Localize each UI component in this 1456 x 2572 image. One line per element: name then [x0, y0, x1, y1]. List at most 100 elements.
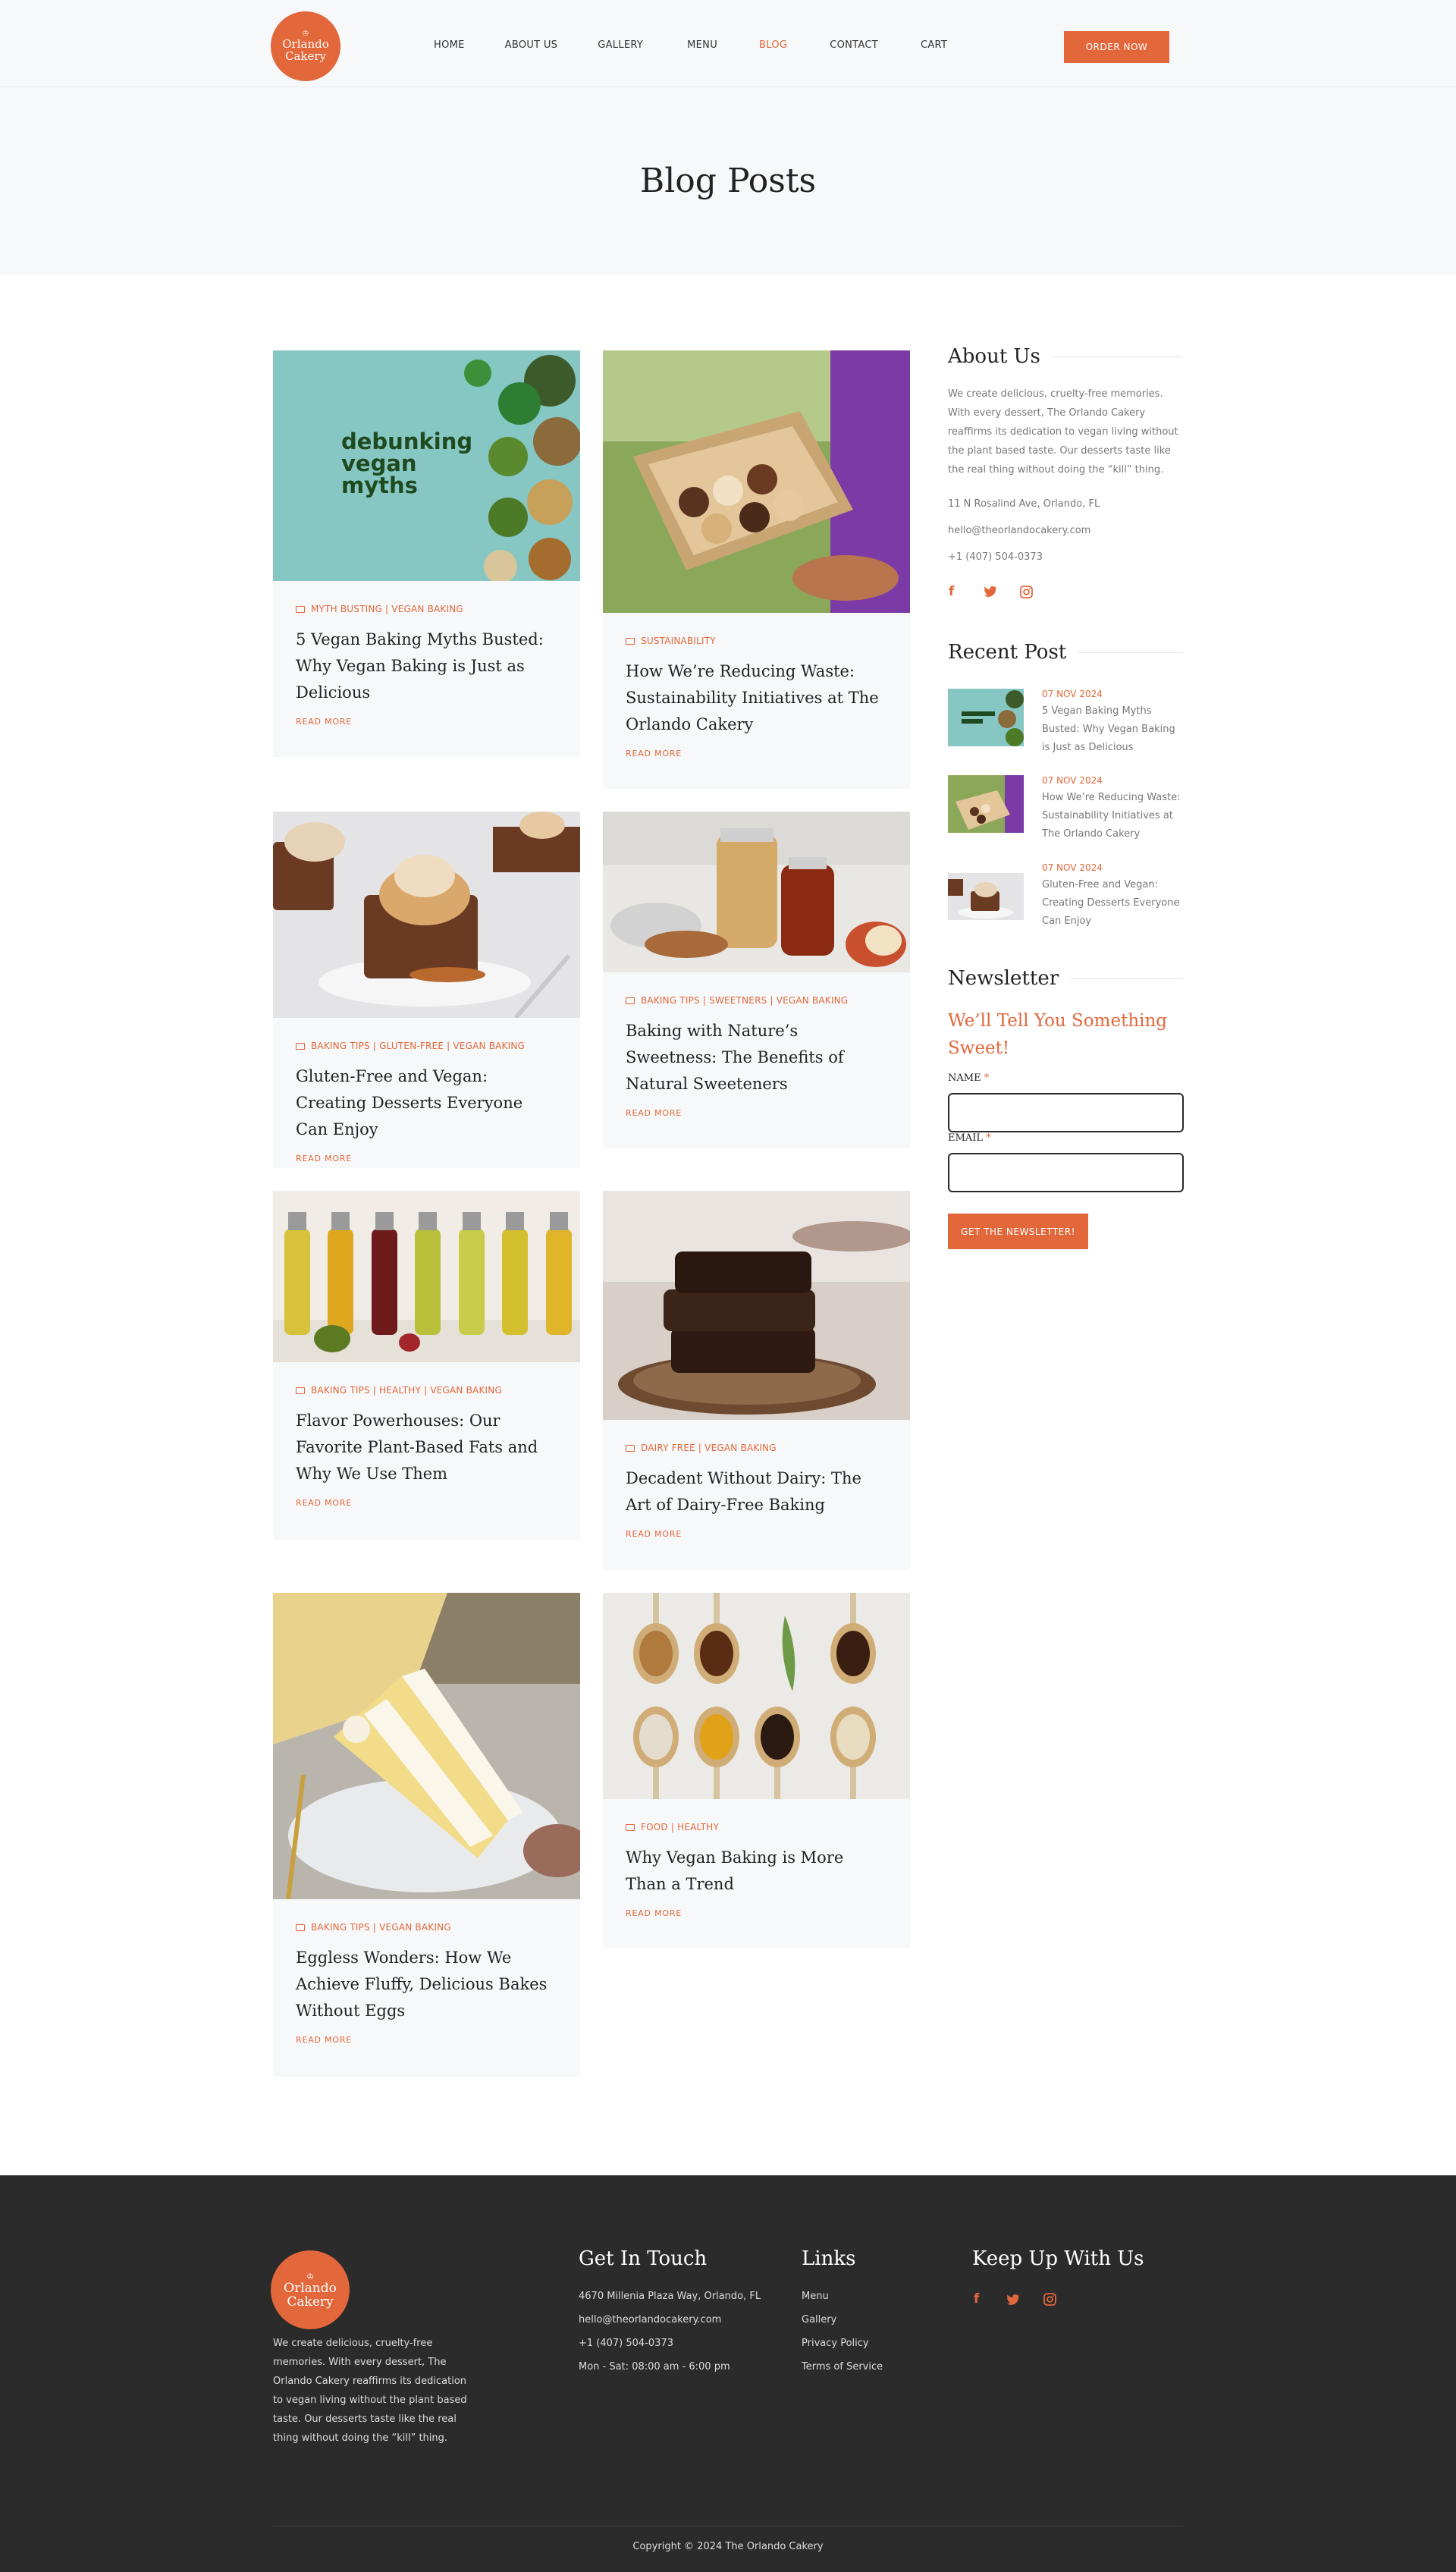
heading-divider [1052, 356, 1183, 357]
recent-post-item[interactable]: 07 NOV 2024 Gluten-Free and Vegan: Creat… [948, 862, 1183, 927]
recent-post-title[interactable]: How We’re Reducing Waste: Sustainability… [1042, 789, 1183, 843]
footer-link-terms-of-service[interactable]: Terms of Service [802, 2361, 883, 2373]
nav-blog[interactable]: BLOG [759, 39, 787, 51]
post-image[interactable] [603, 1191, 910, 1420]
read-more-link[interactable]: READ MORE [296, 717, 557, 727]
post-category[interactable]: BAKING TIPS | SWEETNERS | VEGAN BAKING [626, 995, 887, 1006]
post-image[interactable] [603, 1593, 910, 1799]
nav-contact[interactable]: CONTACT [830, 39, 878, 51]
twitter-icon[interactable] [984, 586, 997, 598]
read-more-link[interactable]: READ MORE [626, 1529, 887, 1539]
footer-link-privacy-policy[interactable]: Privacy Policy [802, 2338, 869, 2349]
post-image[interactable] [273, 1593, 580, 1899]
footer-email[interactable]: hello@theorlandocakery.com [579, 2314, 721, 2325]
about-heading: About Us [948, 345, 1183, 368]
post-category[interactable]: BAKING TIPS | HEALTHY | VEGAN BAKING [296, 1385, 557, 1396]
folder-icon [626, 637, 635, 645]
post-title[interactable]: Baking with Nature’s Sweetness: The Bene… [626, 1018, 887, 1098]
post-title[interactable]: Eggless Wonders: How We Achieve Fluffy, … [296, 1945, 557, 2024]
recent-post-title[interactable]: Gluten-Free and Vegan: Creating Desserts… [1042, 876, 1183, 931]
footer-logo[interactable]: ♔ Orlando Cakery [273, 2253, 347, 2327]
post-card[interactable]: debunking vegan myths MYTH BUSTING | VEG… [273, 350, 580, 757]
nav-menu[interactable]: MENU [687, 39, 717, 51]
logo-text-line2: Cakery [287, 2294, 334, 2310]
post-title[interactable]: Decadent Without Dairy: The Art of Dairy… [626, 1465, 887, 1518]
instagram-icon[interactable] [1043, 2293, 1056, 2306]
post-image[interactable] [273, 1191, 580, 1362]
twitter-icon[interactable] [1006, 2294, 1020, 2306]
nav-gallery[interactable]: GALLERY [598, 39, 643, 51]
email-field[interactable] [948, 1153, 1184, 1192]
post-category[interactable]: FOOD | HEALTHY [626, 1822, 887, 1832]
recent-post-thumbnail[interactable] [948, 689, 1024, 746]
post-category-text: SUSTAINABILITY [641, 636, 716, 646]
newsletter-submit-button[interactable]: GET THE NEWSLETTER! [948, 1214, 1088, 1249]
post-image[interactable]: debunking vegan myths [273, 350, 580, 581]
facebook-icon[interactable]: f [949, 584, 954, 599]
post-category[interactable]: SUSTAINABILITY [626, 636, 887, 646]
read-more-link[interactable]: READ MORE [296, 1154, 557, 1164]
read-more-link[interactable]: READ MORE [626, 1108, 887, 1118]
folder-icon [626, 997, 635, 1004]
nav-about-us[interactable]: ABOUT US [505, 39, 558, 51]
post-title[interactable]: Why Vegan Baking is More Than a Trend [626, 1845, 887, 1898]
site-footer: ♔ Orlando Cakery We create delicious, cr… [0, 2175, 1456, 2572]
post-category[interactable]: MYTH BUSTING | VEGAN BAKING [296, 604, 557, 614]
folder-icon [296, 1924, 305, 1931]
folder-icon [626, 1823, 635, 1831]
newsletter-heading: Newsletter [948, 967, 1183, 990]
required-mark: * [986, 1132, 991, 1144]
recent-post-date: 07 NOV 2024 [1042, 689, 1103, 699]
post-card[interactable]: BAKING TIPS | VEGAN BAKING Eggless Wonde… [273, 1593, 580, 2077]
footer-contact-heading: Get In Touch [579, 2247, 708, 2270]
page-hero: Blog Posts [0, 87, 1456, 275]
email-field-label: EMAIL * [948, 1132, 991, 1144]
post-category[interactable]: BAKING TIPS | GLUTEN-FREE | VEGAN BAKING [296, 1041, 557, 1051]
post-image[interactable] [603, 350, 910, 613]
folder-icon [296, 1042, 305, 1050]
nav-cart[interactable]: CART [921, 39, 947, 51]
footer-link-gallery[interactable]: Gallery [802, 2314, 836, 2325]
required-mark: * [984, 1072, 990, 1084]
footer-phone[interactable]: +1 (407) 504-0373 [579, 2338, 673, 2349]
recent-post-item[interactable]: 07 NOV 2024 5 Vegan Baking Myths Busted:… [948, 689, 1183, 753]
post-card[interactable]: BAKING TIPS | HEALTHY | VEGAN BAKING Fla… [273, 1191, 580, 1540]
post-card[interactable]: SUSTAINABILITY How We’re Reducing Waste:… [603, 350, 910, 789]
facebook-icon[interactable]: f [974, 2291, 979, 2307]
recent-post-item[interactable]: 07 NOV 2024 How We’re Reducing Waste: Su… [948, 775, 1183, 840]
nav-home[interactable]: HOME [434, 39, 465, 51]
footer-link-menu[interactable]: Menu [802, 2291, 829, 2302]
recent-post-title[interactable]: 5 Vegan Baking Myths Busted: Why Vegan B… [1042, 702, 1183, 757]
main-nav: HOME ABOUT US GALLERY MENU BLOG CONTACT … [434, 39, 987, 51]
order-now-button[interactable]: ORDER NOW [1064, 31, 1169, 63]
post-title[interactable]: Flavor Powerhouses: Our Favorite Plant-B… [296, 1408, 557, 1487]
post-title[interactable]: How We’re Reducing Waste: Sustainability… [626, 658, 887, 738]
post-title[interactable]: 5 Vegan Baking Myths Busted: Why Vegan B… [296, 627, 557, 706]
recent-post-thumbnail[interactable] [948, 775, 1024, 833]
instagram-icon[interactable] [1020, 586, 1033, 598]
post-card[interactable]: BAKING TIPS | GLUTEN-FREE | VEGAN BAKING… [273, 812, 580, 1168]
post-category[interactable]: BAKING TIPS | VEGAN BAKING [296, 1922, 557, 1933]
post-category-text: BAKING TIPS | VEGAN BAKING [311, 1922, 451, 1933]
about-phone[interactable]: +1 (407) 504-0373 [948, 551, 1043, 563]
post-card[interactable]: DAIRY FREE | VEGAN BAKING Decadent Witho… [603, 1191, 910, 1570]
read-more-link[interactable]: READ MORE [626, 749, 887, 758]
post-image[interactable] [273, 812, 580, 1018]
post-image[interactable] [603, 812, 910, 972]
about-text: We create delicious, cruelty-free memori… [948, 388, 1178, 476]
read-more-link[interactable]: READ MORE [296, 2035, 557, 2045]
post-category[interactable]: DAIRY FREE | VEGAN BAKING [626, 1443, 887, 1453]
name-field[interactable] [948, 1093, 1184, 1132]
about-email[interactable]: hello@theorlandocakery.com [948, 525, 1090, 536]
read-more-link[interactable]: READ MORE [626, 1908, 887, 1918]
footer-hours: Mon - Sat: 08:00 am - 6:00 pm [579, 2361, 730, 2373]
post-card[interactable]: FOOD | HEALTHY Why Vegan Baking is More … [603, 1593, 910, 1948]
recent-post-thumbnail[interactable] [948, 873, 1024, 920]
post-card[interactable]: BAKING TIPS | SWEETNERS | VEGAN BAKING B… [603, 812, 910, 1148]
site-logo[interactable]: ♔ Orlando Cakery [273, 14, 338, 79]
about-address: 11 N Rosalind Ave, Orlando, FL [948, 498, 1100, 510]
post-title[interactable]: Gluten-Free and Vegan: Creating Desserts… [296, 1063, 557, 1143]
name-field-label: NAME * [948, 1072, 989, 1084]
read-more-link[interactable]: READ MORE [296, 1498, 557, 1508]
logo-text-line1: Orlando [284, 2280, 337, 2296]
